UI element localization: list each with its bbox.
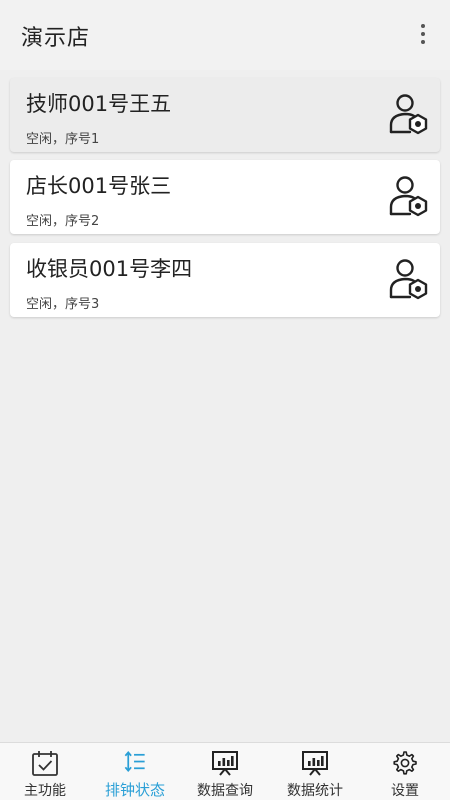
nav-item-settings[interactable]: 设置 — [360, 743, 450, 800]
nav-item-main[interactable]: 主功能 — [0, 743, 90, 800]
nav-label: 主功能 — [24, 783, 66, 799]
staff-name: 技师001号王五 — [26, 92, 172, 116]
user-settings-icon[interactable] — [386, 257, 432, 303]
staff-name: 店长001号张三 — [26, 174, 172, 198]
staff-card[interactable]: 店长001号张三 空闲，序号2 — [10, 160, 440, 234]
nav-label: 数据查询 — [197, 783, 253, 799]
staff-card[interactable]: 收银员001号李四 空闲，序号3 — [10, 243, 440, 317]
staff-status: 空闲，序号3 — [26, 297, 100, 312]
nav-item-queue-status[interactable]: 排钟状态 — [90, 743, 180, 800]
gear-icon — [393, 751, 417, 775]
presentation-chart-icon — [302, 751, 328, 776]
page-title: 演示店 — [21, 26, 91, 51]
app-header: 演示店 — [0, 0, 450, 70]
app-screen: 演示店 技师001号王五 空闲，序号1 店长001号张三 空闲，序号2 收银员0… — [0, 0, 450, 800]
user-settings-icon[interactable] — [386, 92, 432, 138]
nav-item-data-query[interactable]: 数据查询 — [180, 743, 270, 800]
presentation-chart-icon — [212, 751, 238, 776]
staff-name: 收银员001号李四 — [26, 257, 193, 281]
staff-status: 空闲，序号2 — [26, 214, 100, 229]
staff-card[interactable]: 技师001号王五 空闲，序号1 — [10, 78, 440, 152]
nav-label: 设置 — [391, 783, 419, 799]
nav-label: 排钟状态 — [104, 781, 165, 799]
sort-list-icon — [124, 751, 145, 773]
bottom-nav: 主功能 排钟状态 数据查询 数据统计 设置 — [0, 742, 450, 800]
more-vert-icon[interactable] — [410, 18, 436, 50]
staff-status: 空闲，序号1 — [26, 132, 100, 147]
nav-item-data-stats[interactable]: 数据统计 — [270, 743, 360, 800]
user-settings-icon[interactable] — [386, 174, 432, 220]
nav-label: 数据统计 — [287, 783, 343, 799]
calendar-check-icon — [32, 751, 58, 776]
